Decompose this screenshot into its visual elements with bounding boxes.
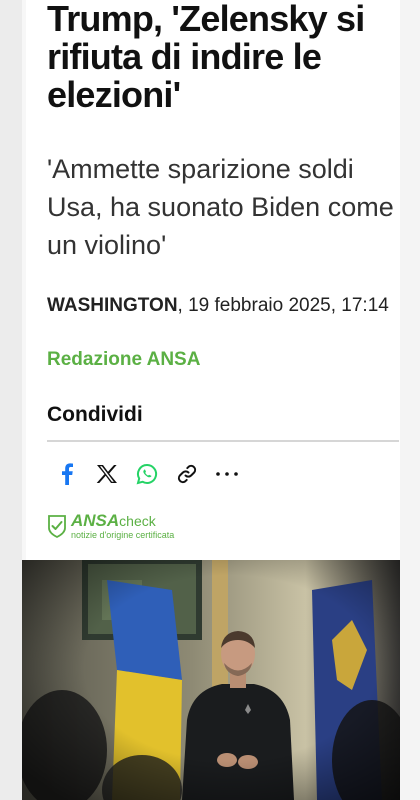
photo-zelensky-press-conference <box>22 560 400 800</box>
x-share-button[interactable] <box>87 457 127 491</box>
dateline-place: WASHINGTON <box>47 295 178 316</box>
copy-link-button[interactable] <box>167 457 207 491</box>
more-share-button[interactable] <box>207 457 247 491</box>
article-headline: Trump, 'Zelensky si rifiuta di indire le… <box>47 0 365 115</box>
article-meta: WASHINGTON, 19 febbraio 2025, 17:14 <box>47 293 399 318</box>
ansa-check-badge[interactable]: ANSAcheck notizie d'origine certificata <box>47 512 174 540</box>
ansa-check-brand: ANSA <box>71 511 120 530</box>
article-photo[interactable] <box>22 560 400 800</box>
x-icon <box>96 465 117 483</box>
article-subtitle: 'Ammette sparizione soldi Usa, ha suonat… <box>47 154 394 260</box>
ansa-check-tagline: notizie d'origine certificata <box>71 530 175 540</box>
link-icon <box>177 464 197 484</box>
whatsapp-icon <box>136 463 158 485</box>
ansa-check-text: ANSAcheck notizie d'origine certificata <box>71 512 174 540</box>
share-divider <box>47 440 399 442</box>
share-buttons <box>47 457 247 491</box>
dateline-datetime: , 19 febbraio 2025, 17:14 <box>177 295 389 316</box>
facebook-icon <box>62 463 73 485</box>
author-link[interactable]: Redazione ANSA <box>47 349 200 371</box>
right-edge <box>400 0 420 800</box>
facebook-share-button[interactable] <box>47 457 87 491</box>
shield-check-icon <box>48 515 66 538</box>
ansa-check-suffix: check <box>119 513 156 529</box>
left-edge <box>0 0 22 800</box>
more-icon <box>216 472 238 476</box>
share-title: Condividi <box>47 403 143 426</box>
whatsapp-share-button[interactable] <box>127 457 167 491</box>
